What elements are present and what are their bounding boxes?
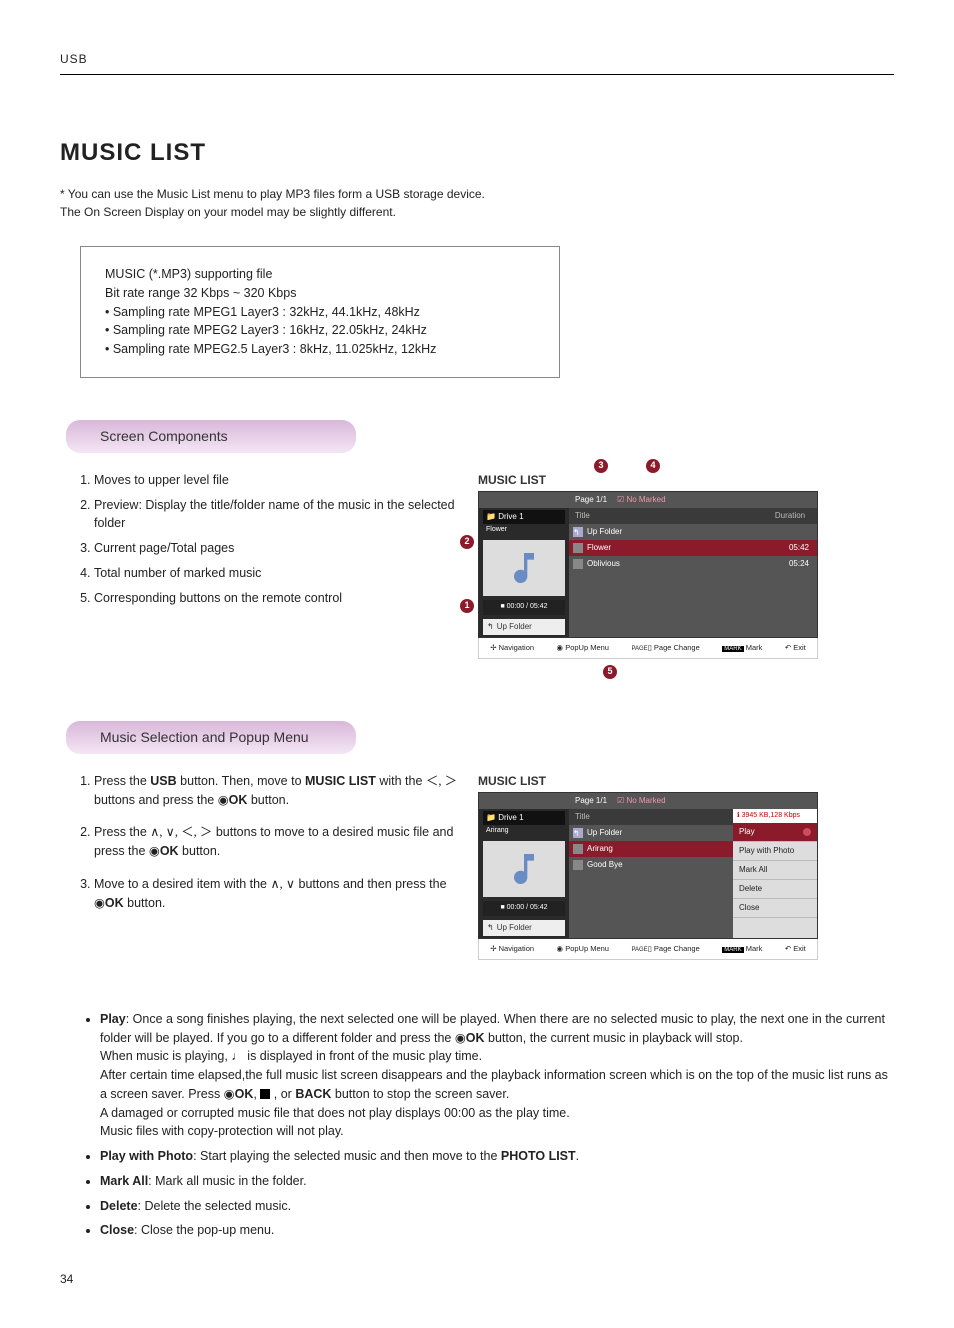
file-list: Title Duration ↰ Up Folder Flower 05:42 — [569, 508, 817, 637]
music-note-icon — [504, 548, 544, 588]
mark-hint: MARK Mark — [722, 642, 762, 654]
popup-item[interactable]: Play with Photo — [733, 842, 817, 861]
section-heading: Screen Components — [66, 420, 356, 453]
up-folder-button[interactable]: ↰ Up Folder — [483, 920, 565, 936]
list-item: Press the ∧, ∨, ＜, ＞ buttons to move to … — [94, 823, 460, 861]
popup-item-play[interactable]: Play — [733, 823, 817, 842]
remote-button-legend: ✢ Navigation ◉ PopUp Menu PAGE▯ Page Cha… — [478, 939, 818, 960]
popup-item[interactable]: Mark All — [733, 861, 817, 880]
music-icon — [573, 559, 583, 569]
popup-item[interactable]: Close — [733, 899, 817, 918]
marked-indicator: ☑ No Marked — [617, 494, 666, 506]
list-item: Current page/Total pages — [94, 539, 460, 558]
spec-line: • Sampling rate MPEG2.5 Layer3 : 8kHz, 1… — [105, 340, 535, 359]
list-row[interactable]: Oblivious 05:24 — [569, 556, 817, 572]
popup-hint: ◉ PopUp Menu — [557, 642, 609, 654]
left-right-icon: ＜, ＞ — [426, 774, 457, 788]
file-list: Title ↰Up Folder Arirang Good Bye ℹ 3945… — [569, 809, 817, 938]
page-hint: PAGE▯ Page Change — [631, 642, 699, 654]
list-row[interactable]: ↰Up Folder — [569, 825, 733, 841]
preview-thumbnail — [483, 540, 565, 596]
osd-title: MUSIC LIST — [478, 471, 818, 489]
osd-diagram: MUSIC LIST Page 1/1 ☑ No Marked 📁 Drive … — [478, 772, 818, 960]
folder-label: Arirang — [483, 825, 565, 838]
time-display: ■ 00:00 / 05:42 — [483, 600, 565, 615]
callout-5: 5 — [603, 665, 617, 679]
section-heading: Music Selection and Popup Menu — [66, 721, 356, 754]
spec-line: Bit rate range 32 Kbps ~ 320 Kbps — [105, 284, 535, 303]
exit-hint: ↶ Exit — [785, 642, 806, 654]
osd-title: MUSIC LIST — [478, 772, 818, 790]
nav-hint: ✢ Navigation — [490, 943, 534, 955]
spec-line: MUSIC (*.MP3) supporting file — [105, 265, 535, 284]
list-item: Press the USB button. Then, move to MUSI… — [94, 772, 460, 810]
col-title: Title — [569, 809, 733, 825]
ok-icon — [803, 828, 811, 836]
page-title: MUSIC LIST — [60, 135, 894, 171]
up-folder-icon: ↰ — [573, 527, 583, 537]
popup-hint: ◉ PopUp Menu — [557, 943, 609, 955]
list-row[interactable]: ↰ Up Folder — [569, 524, 817, 540]
list-item: Preview: Display the title/folder name o… — [94, 496, 460, 534]
marked-indicator: ☑ No Marked — [617, 795, 666, 807]
remote-button-legend: ✢ Navigation ◉ PopUp Menu PAGE▯ Page Cha… — [478, 638, 818, 659]
music-note-icon — [504, 849, 544, 889]
preview-thumbnail — [483, 841, 565, 897]
list-item: Moves to upper level file — [94, 471, 460, 490]
osd-diagram: 3 4 2 1 5 MUSIC LIST Page 1/1 ☑ No Marke… — [478, 471, 818, 659]
nav-hint: ✢ Navigation — [490, 642, 534, 654]
stop-icon — [260, 1089, 270, 1099]
music-icon — [573, 860, 583, 870]
callout-3: 3 — [594, 459, 608, 473]
callout-2: 2 — [460, 535, 474, 549]
sidebar: 📁 Drive 1 Flower ■ 00:00 / 05:42 ↰ Up Fo… — [479, 508, 569, 637]
directional-icon: ∧, ∨, ＜, ＞ — [150, 825, 212, 839]
music-icon — [573, 844, 583, 854]
step-list: Press the USB button. Then, move to MUSI… — [94, 772, 460, 913]
up-folder-button[interactable]: ↰ Up Folder — [483, 619, 565, 635]
spec-line: • Sampling rate MPEG1 Layer3 : 32kHz, 44… — [105, 303, 535, 322]
list-item: Corresponding buttons on the remote cont… — [94, 589, 460, 608]
page-number: 34 — [60, 1270, 894, 1288]
spec-line: • Sampling rate MPEG2 Layer3 : 16kHz, 22… — [105, 321, 535, 340]
callout-1: 1 — [460, 599, 474, 613]
intro-text: * You can use the Music List menu to pla… — [60, 185, 894, 221]
exit-hint: ↶ Exit — [785, 943, 806, 955]
col-duration: Duration — [763, 508, 817, 524]
desc-play-with-photo: Play with Photo: Start playing the selec… — [100, 1147, 894, 1166]
popup-menu: ℹ 3945 KB,128 Kbps Play Play with Photo … — [733, 809, 817, 938]
col-title: Title — [569, 508, 763, 524]
drive-label: 📁 Drive 1 — [483, 811, 565, 825]
desc-delete: Delete: Delete the selected music. — [100, 1197, 894, 1216]
callout-4: 4 — [646, 459, 660, 473]
desc-mark-all: Mark All: Mark all music in the folder. — [100, 1172, 894, 1191]
page-indicator: Page 1/1 — [575, 494, 607, 506]
list-row-selected[interactable]: Arirang — [569, 841, 733, 857]
drive-label: 📁 Drive 1 — [483, 510, 565, 524]
music-icon — [573, 543, 583, 553]
folder-label: Flower — [483, 524, 565, 537]
list-item: Move to a desired item with the ∧, ∨ but… — [94, 875, 460, 913]
specs-box: MUSIC (*.MP3) supporting file Bit rate r… — [80, 246, 560, 378]
up-folder-icon: ↰ — [573, 828, 583, 838]
up-arrow-icon: ↰ — [487, 922, 494, 934]
menu-description: Play: Once a song finishes playing, the … — [80, 1010, 894, 1240]
desc-play: Play: Once a song finishes playing, the … — [100, 1010, 894, 1141]
time-display: ■ 00:00 / 05:42 — [483, 901, 565, 916]
component-list: Moves to upper level file Preview: Displ… — [94, 471, 460, 608]
list-row[interactable]: Good Bye — [569, 857, 733, 873]
up-arrow-icon: ↰ — [487, 621, 494, 633]
popup-item[interactable]: Delete — [733, 880, 817, 899]
list-item: Total number of marked music — [94, 564, 460, 583]
mark-hint: MARK Mark — [722, 943, 762, 955]
file-info: ℹ 3945 KB,128 Kbps — [733, 809, 817, 824]
list-row-selected[interactable]: Flower 05:42 — [569, 540, 817, 556]
page-hint: PAGE▯ Page Change — [631, 943, 699, 955]
sidebar: 📁 Drive 1 Arirang ■ 00:00 / 05:42 ↰ Up F… — [479, 809, 569, 938]
section-header: USB — [60, 50, 894, 75]
playing-icon: ♩ — [231, 1049, 244, 1063]
desc-close: Close: Close the pop-up menu. — [100, 1221, 894, 1240]
up-down-icon: ∧, ∨ — [270, 877, 295, 891]
page-indicator: Page 1/1 — [575, 795, 607, 807]
